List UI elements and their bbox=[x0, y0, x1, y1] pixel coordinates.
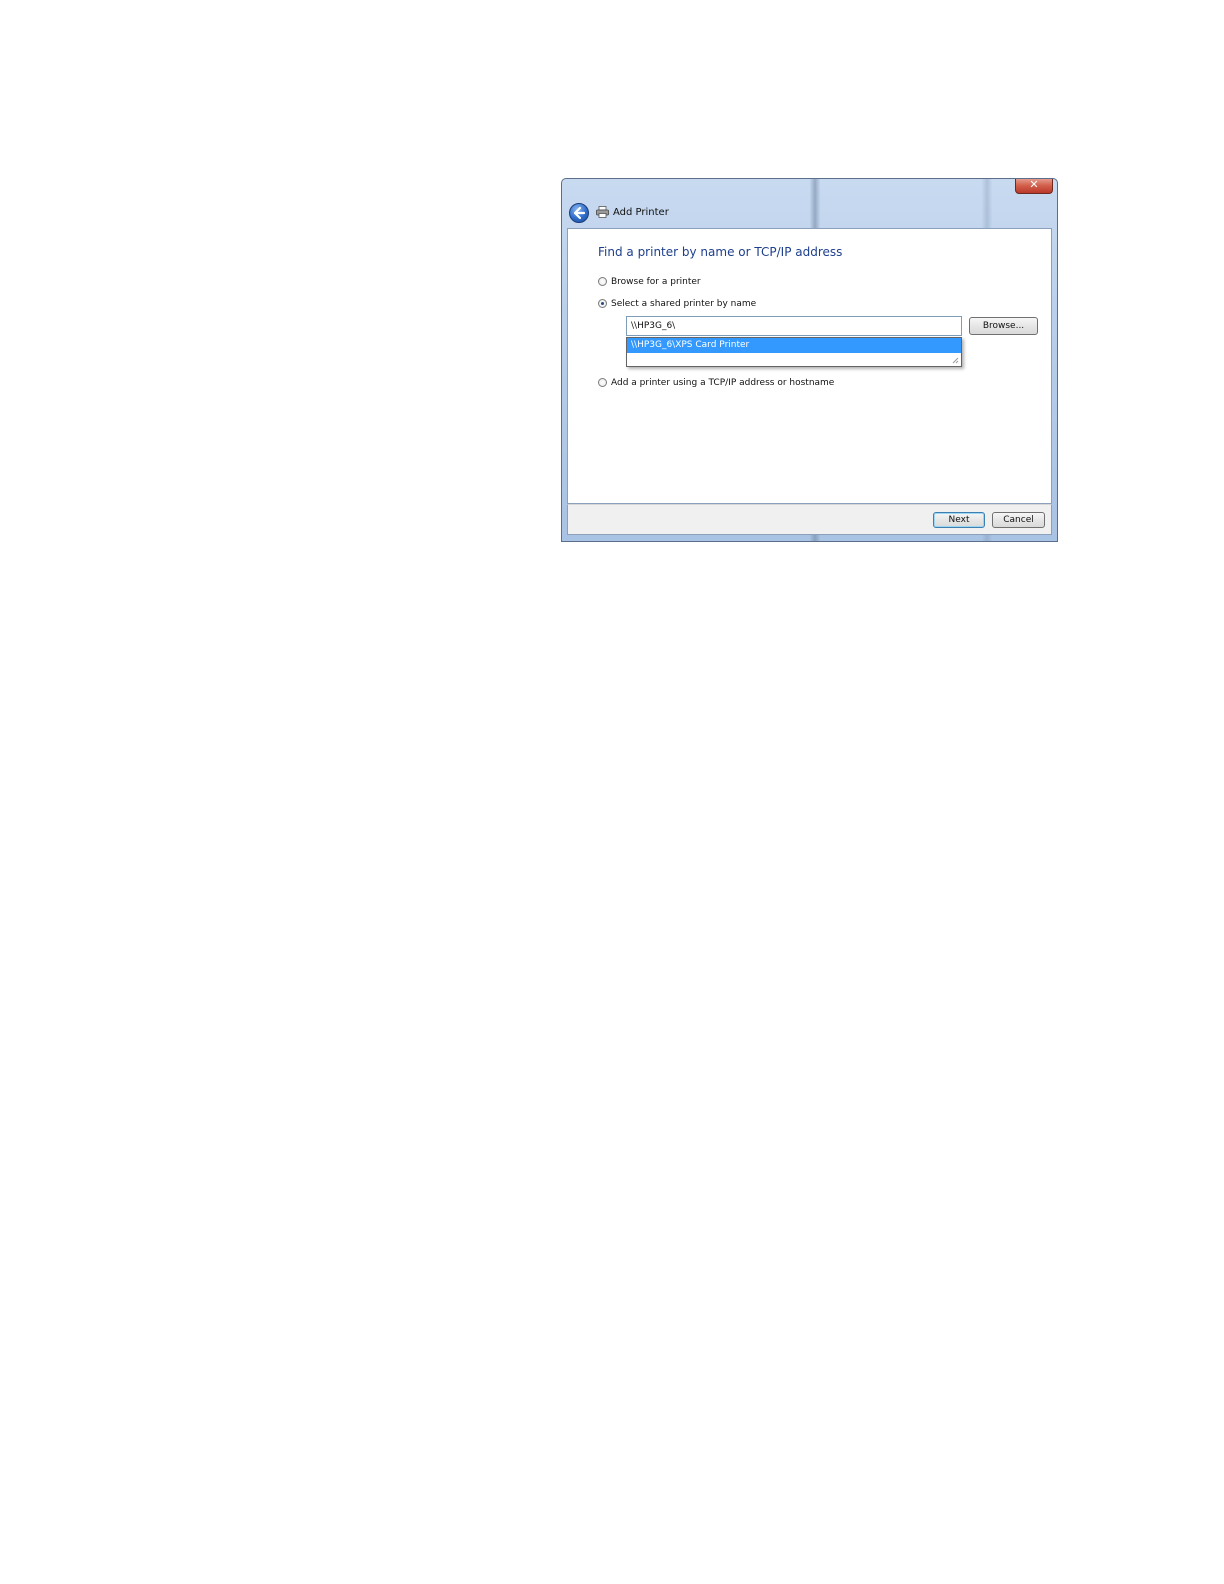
cancel-button[interactable]: Cancel bbox=[992, 512, 1045, 528]
autocomplete-suggestion[interactable]: \\HP3G_6\XPS Card Printer bbox=[627, 338, 961, 353]
page-heading: Find a printer by name or TCP/IP address bbox=[598, 245, 843, 259]
option-label: Select a shared printer by name bbox=[611, 299, 757, 309]
add-printer-window: ✕ Add Printer Find a printer by name or … bbox=[561, 178, 1058, 542]
wizard-footer: Next Cancel bbox=[567, 504, 1052, 535]
autocomplete-dropdown: \\HP3G_6\XPS Card Printer bbox=[626, 337, 962, 367]
back-arrow-icon bbox=[573, 206, 586, 220]
printer-icon bbox=[596, 206, 609, 218]
option-label: Add a printer using a TCP/IP address or … bbox=[611, 378, 835, 388]
next-button[interactable]: Next bbox=[933, 512, 985, 528]
window-title: Add Printer bbox=[613, 207, 669, 218]
radio-browse-for-printer[interactable] bbox=[598, 277, 607, 286]
printer-name-input[interactable]: \\HP3G_6\ bbox=[626, 316, 962, 336]
close-button[interactable]: ✕ bbox=[1015, 178, 1053, 194]
back-button[interactable] bbox=[569, 203, 589, 223]
radio-add-tcpip-printer[interactable] bbox=[598, 378, 607, 387]
browse-button[interactable]: Browse... bbox=[969, 317, 1038, 335]
wizard-content: Find a printer by name or TCP/IP address… bbox=[567, 228, 1052, 504]
option-label: Browse for a printer bbox=[611, 277, 701, 287]
resize-grip-icon[interactable] bbox=[951, 356, 959, 364]
close-icon: ✕ bbox=[1029, 178, 1039, 191]
radio-select-shared-printer[interactable] bbox=[598, 299, 607, 308]
